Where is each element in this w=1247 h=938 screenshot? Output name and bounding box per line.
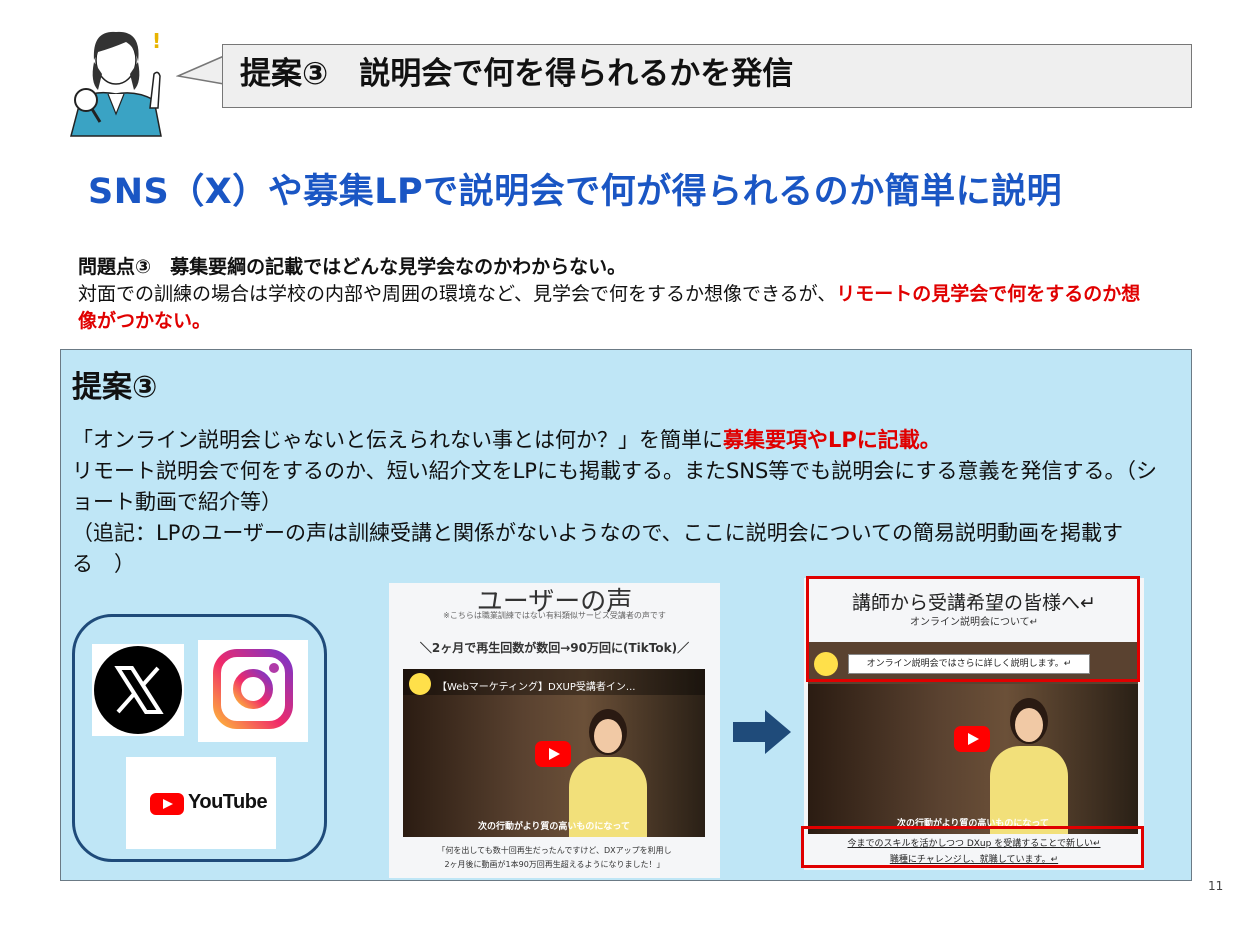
slide-title: 提案③ 説明会で何を得られるかを発信 xyxy=(240,56,794,92)
before-tagline: ＼2ヶ月で再生回数が数回→90万回に(TikTok)／ xyxy=(419,641,690,655)
proposal-line1-red: 募集要項やLPに記載。 xyxy=(723,428,941,452)
after-video: 次の行動がより質の高いものになって xyxy=(808,684,1138,834)
headline: SNS（X）や募集LPで説明会で何が得られるのか簡単に説明 xyxy=(88,172,1063,212)
play-button-icon[interactable] xyxy=(954,726,990,752)
x-tile xyxy=(92,644,184,736)
proposal-body: 「オンライン説明会じゃないと伝えられない事とは何か？」を簡単に募集要項やLPに記… xyxy=(72,425,1172,580)
person-figure xyxy=(984,698,1074,834)
svg-text:!: ! xyxy=(152,29,161,53)
problem-body-normal: 対面での訓練の場合は学校の内部や周囲の環境など、見学会で何をするか想像できるが、 xyxy=(78,283,837,305)
instagram-logo-icon xyxy=(213,649,293,729)
presenter-illustration: ! xyxy=(66,18,176,138)
proposal-line2: リモート説明会で何をするのか、短い紹介文をLPにも掲載する。またSNS等でも説明… xyxy=(72,459,1158,514)
youtube-tile: YouTube xyxy=(126,757,276,849)
highlight-box-top xyxy=(806,576,1140,682)
instagram-tile xyxy=(198,640,308,742)
channel-avatar xyxy=(409,673,431,695)
proposal-line3: （追記：LPのユーザーの声は訓練受講と関係がないようなので、ここに説明会について… xyxy=(72,521,1124,576)
before-footer-1: 「何を出しても数十回再生だったんですけど、DXアップを利用し xyxy=(437,846,672,855)
before-video-caption: 次の行動がより質の高いものになって xyxy=(478,822,630,832)
youtube-play-icon xyxy=(150,793,184,815)
x-logo-icon xyxy=(94,646,182,734)
person-figure xyxy=(563,709,653,837)
title-callout-tail xyxy=(175,54,226,98)
proposal-line1-normal: 「オンライン説明会じゃないと伝えられない事とは何か？」を簡単に xyxy=(72,428,723,452)
before-footer-2: 2ヶ月後に動画が1本90万回再生超えるようになりました！」 xyxy=(444,860,665,869)
youtube-label: YouTube xyxy=(188,791,268,813)
before-lp-screenshot: ユーザーの声 ※こちらは職業訓練ではない有料類似サービス受講者の声です ＼2ヶ月… xyxy=(389,583,720,878)
page-number: 11 xyxy=(1208,879,1224,893)
play-button-icon[interactable] xyxy=(535,741,571,767)
before-video-title: 【Webマーケティング】DXUP受講者イン... xyxy=(437,682,636,693)
highlight-box-bottom xyxy=(801,826,1144,868)
before-video: 【Webマーケティング】DXUP受講者イン... 次の行動がより質の高いものにな… xyxy=(403,669,705,837)
problem-title: 問題点③ 募集要綱の記載ではどんな見学会なのかわからない。 xyxy=(78,256,627,278)
arrow-right-icon xyxy=(733,710,791,758)
problem-body: 対面での訓練の場合は学校の内部や周囲の環境など、見学会で何をするか想像できるが、… xyxy=(78,281,1153,335)
proposal-title: 提案③ xyxy=(72,370,158,405)
proposal-line1: 「オンライン説明会じゃないと伝えられない事とは何か？」を簡単に募集要項やLPに記… xyxy=(72,425,1172,456)
before-note: ※こちらは職業訓練ではない有料類似サービス受講者の声です xyxy=(443,611,666,620)
